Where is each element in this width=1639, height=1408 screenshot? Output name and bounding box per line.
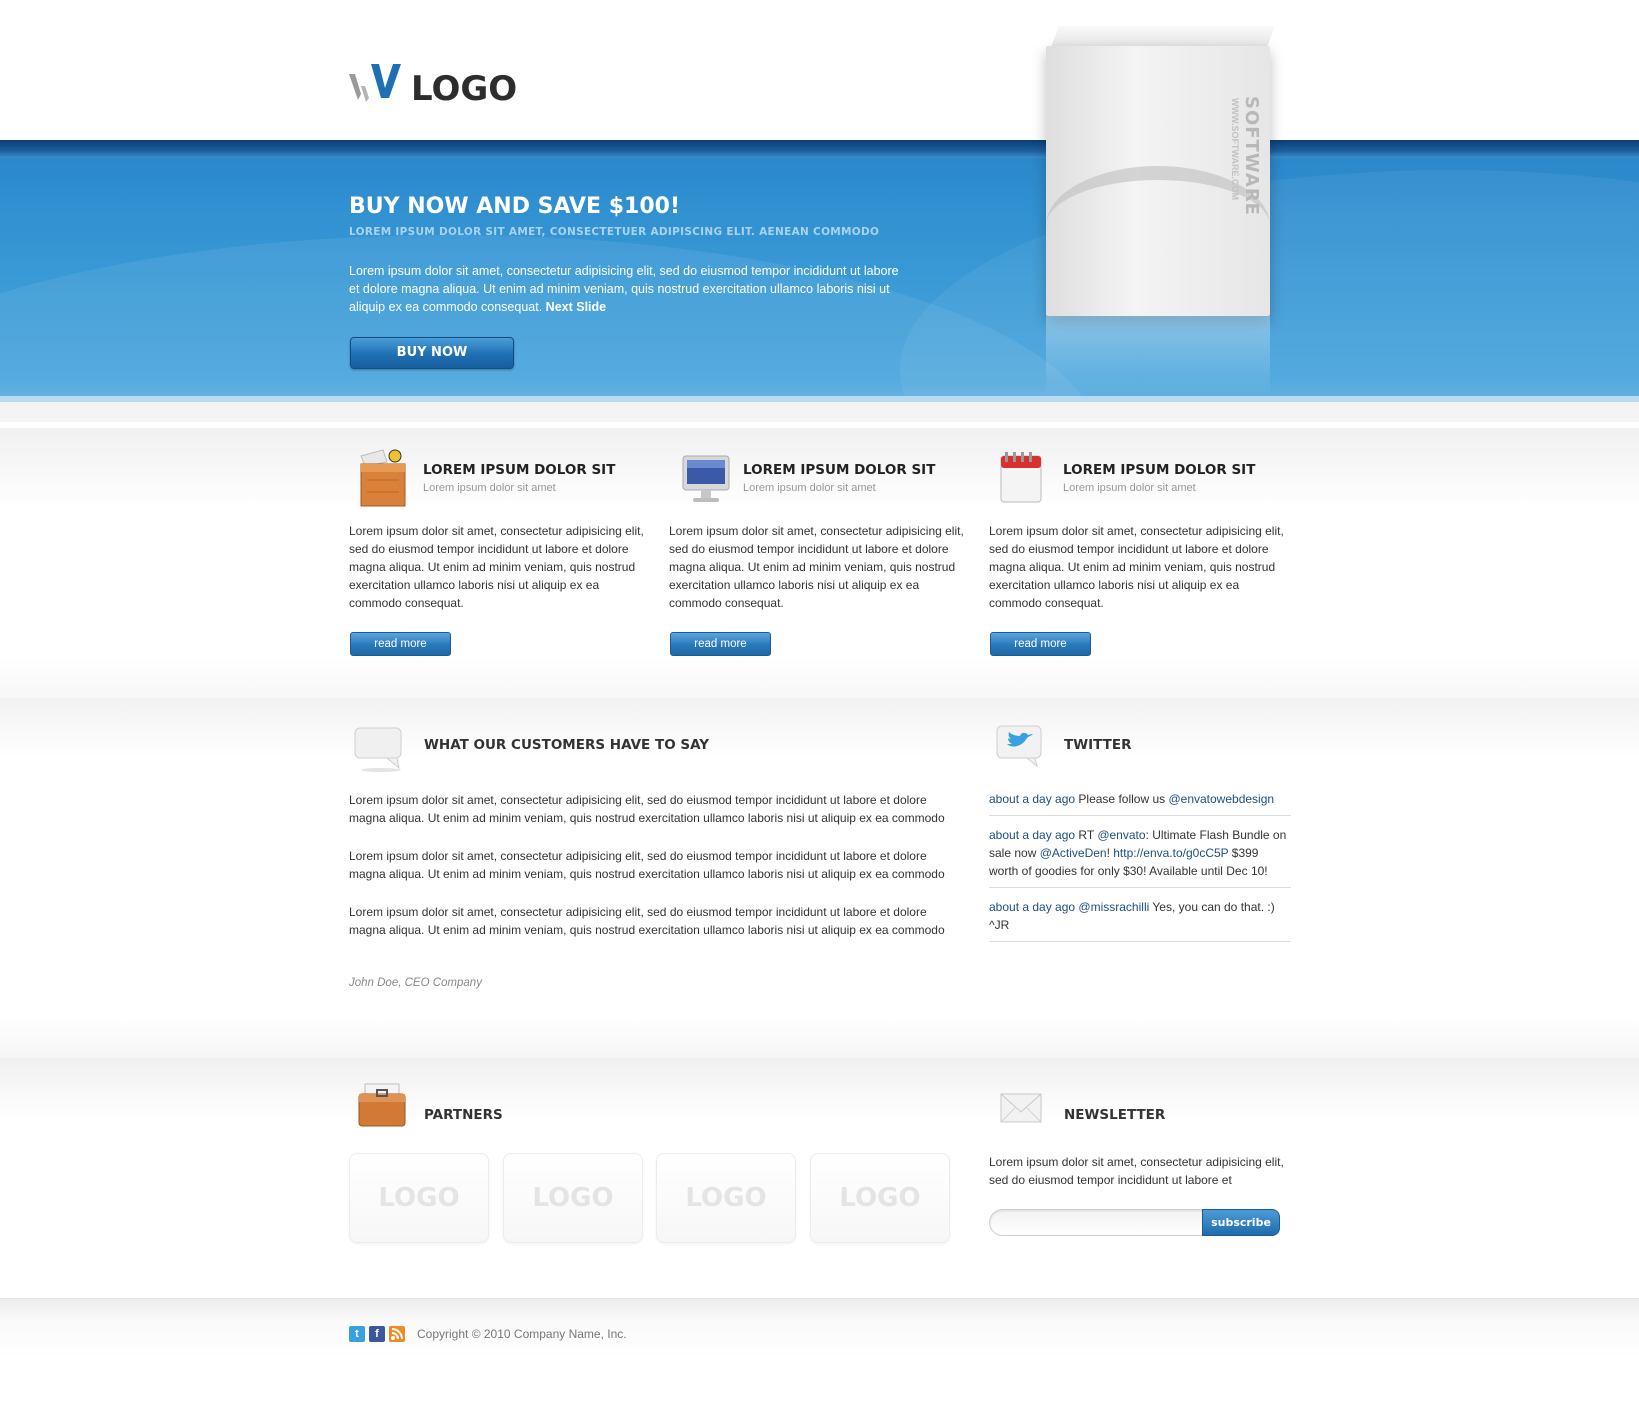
feature-text: Lorem ipsum dolor sit amet, consectetur … xyxy=(349,524,644,610)
tweet-mention-link[interactable]: @ActiveDen xyxy=(1040,846,1107,860)
briefcase-icon xyxy=(355,1082,411,1130)
feature-text: Lorem ipsum dolor sit amet, consectetur … xyxy=(669,524,964,610)
testimonial-paragraph: Lorem ipsum dolor sit amet, consectetur … xyxy=(349,793,945,825)
feature-subtitle: Lorem ipsum dolor sit amet xyxy=(423,482,556,494)
subscribe-button[interactable]: subscribe xyxy=(1202,1209,1280,1236)
testimonial-author: John Doe, CEO Company xyxy=(349,977,482,989)
tweet-list: about a day ago Please follow us @envato… xyxy=(989,790,1291,952)
feature-title: LOREM IPSUM DOLOR SIT xyxy=(423,462,616,478)
tweet-item: about a day ago @missrachilli Yes, you c… xyxy=(989,898,1291,942)
software-box-label: SOFTWARE xyxy=(1241,96,1262,216)
calendar-icon xyxy=(993,448,1051,508)
package-box-icon xyxy=(353,448,411,508)
partner-logo[interactable]: LOGO xyxy=(349,1153,489,1243)
tweet-mention-link[interactable]: @envato xyxy=(1097,828,1145,842)
read-more-button[interactable]: read more xyxy=(670,632,771,656)
tweet-mention-link[interactable]: @envatowebdesign xyxy=(1168,792,1274,806)
hero-subtitle: LOREM IPSUM DOLOR SIT AMET, CONSECTETUER… xyxy=(349,226,880,238)
testimonial-paragraph: Lorem ipsum dolor sit amet, consectetur … xyxy=(349,905,945,937)
buy-now-button[interactable]: BUY NOW xyxy=(350,337,514,369)
twitter-icon[interactable]: t xyxy=(349,1326,365,1342)
tweet-time-link[interactable]: about a day ago xyxy=(989,792,1075,806)
newsletter-title: NEWSLETTER xyxy=(1064,1107,1166,1123)
testimonials-title: WHAT OUR CUSTOMERS HAVE TO SAY xyxy=(424,737,710,753)
tweet-time-link[interactable]: about a day ago xyxy=(989,828,1075,842)
copyright-text: Copyright © 2010 Company Name, Inc. xyxy=(417,1327,627,1341)
tweet-time-link[interactable]: about a day ago xyxy=(989,900,1075,914)
hero-banner: BUY NOW AND SAVE $100! LOREM IPSUM DOLOR… xyxy=(0,140,1639,398)
partners-title: PARTNERS xyxy=(424,1107,503,1123)
site-header: LOGO xyxy=(0,0,1639,140)
feature-subtitle: Lorem ipsum dolor sit amet xyxy=(743,482,876,494)
envelope-icon xyxy=(997,1088,1053,1136)
tweet-url-link[interactable]: http://enva.to/g0cC5P xyxy=(1113,846,1228,860)
read-more-button[interactable]: read more xyxy=(990,632,1091,656)
read-more-button[interactable]: read more xyxy=(350,632,451,656)
site-footer xyxy=(0,1298,1639,1358)
tweet-item: about a day ago Please follow us @envato… xyxy=(989,790,1291,816)
software-box-url: WWW.SOFTWARE.COM xyxy=(1230,98,1240,200)
partner-logo[interactable]: LOGO xyxy=(810,1153,950,1243)
feature-text: Lorem ipsum dolor sit amet, consectetur … xyxy=(989,524,1284,610)
feature-subtitle: Lorem ipsum dolor sit amet xyxy=(1063,482,1196,494)
tweet-mention-link[interactable]: @missrachilli xyxy=(1078,900,1149,914)
site-logo[interactable]: LOGO xyxy=(349,64,517,108)
facebook-icon[interactable]: f xyxy=(369,1326,385,1342)
hero-title: BUY NOW AND SAVE $100! xyxy=(349,194,680,219)
logo-text: LOGO xyxy=(411,69,518,109)
newsletter-email-input[interactable] xyxy=(989,1209,1203,1236)
testimonial-paragraph: Lorem ipsum dolor sit amet, consectetur … xyxy=(349,849,945,881)
feature-title: LOREM IPSUM DOLOR SIT xyxy=(743,462,936,478)
next-slide-link[interactable]: Next Slide xyxy=(546,300,606,314)
partner-logo[interactable]: LOGO xyxy=(656,1153,796,1243)
monitor-icon xyxy=(673,448,731,508)
newsletter-text: Lorem ipsum dolor sit amet, consectetur … xyxy=(989,1155,1284,1187)
rss-icon[interactable] xyxy=(389,1326,405,1342)
feature-title: LOREM IPSUM DOLOR SIT xyxy=(1063,462,1256,478)
partner-logo[interactable]: LOGO xyxy=(503,1153,643,1243)
speech-bubble-icon xyxy=(353,724,409,772)
twitter-title: TWITTER xyxy=(1064,737,1132,753)
hero-text: Lorem ipsum dolor sit amet, consectetur … xyxy=(349,264,899,314)
logo-mark-icon xyxy=(349,64,403,108)
software-box-image: SOFTWARE WWW.SOFTWARE.COM xyxy=(1046,26,1275,316)
twitter-bird-icon xyxy=(993,722,1049,770)
tweet-item: about a day ago RT @envato: Ultimate Fla… xyxy=(989,826,1291,888)
